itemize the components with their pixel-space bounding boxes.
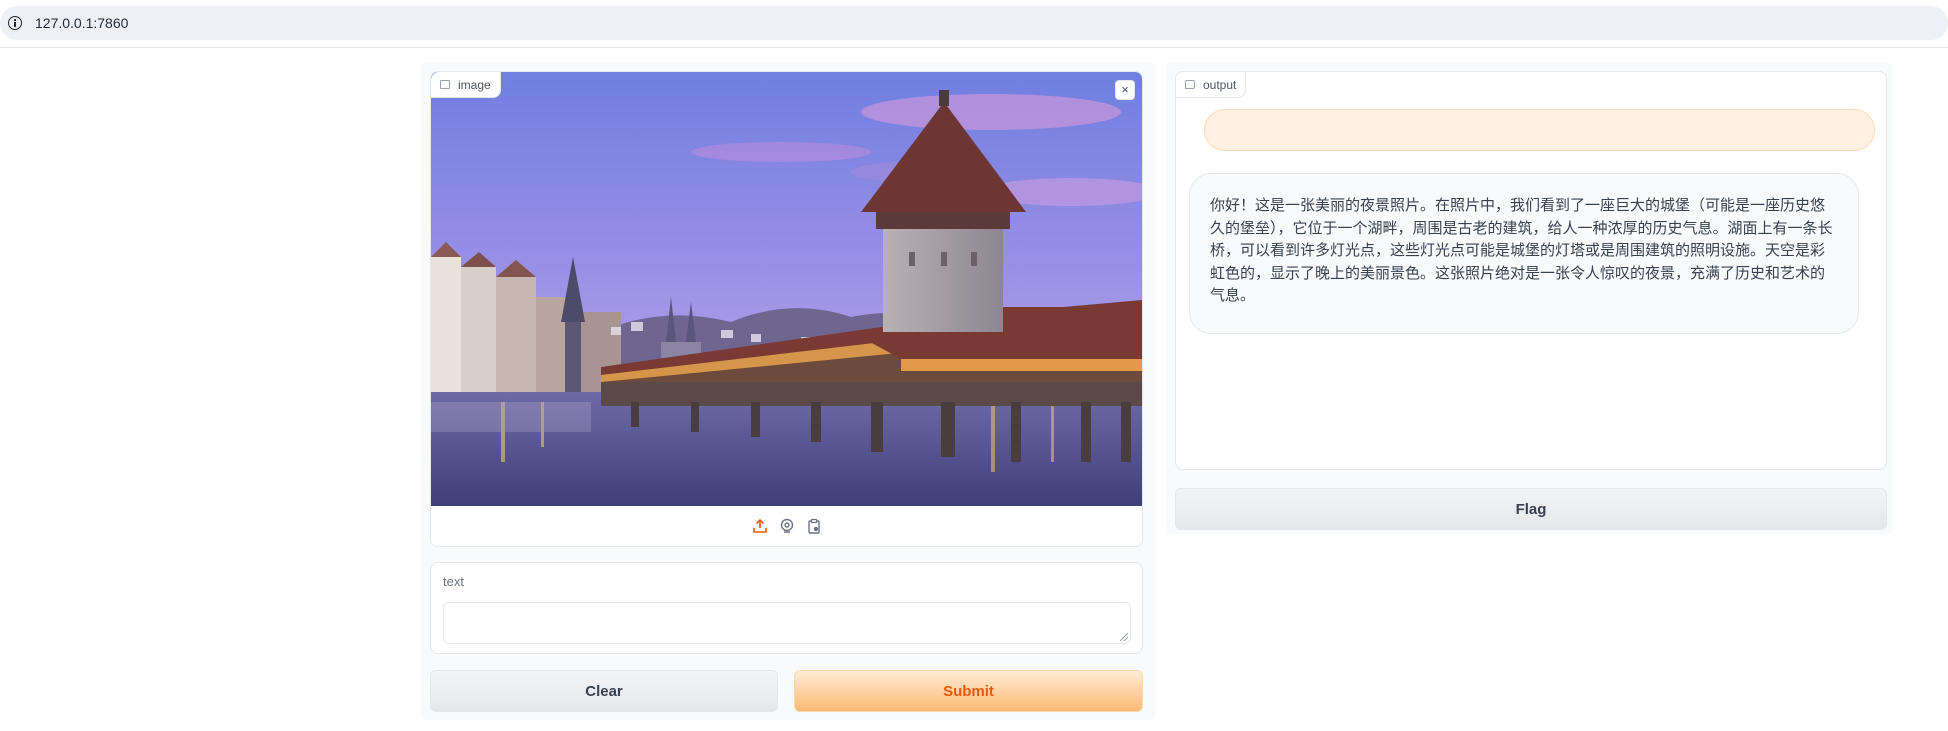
image-source-bar [431,506,1142,546]
user-message [1204,109,1875,151]
info-icon[interactable] [8,16,22,30]
output-label: output [1176,72,1247,98]
output-panel: output 你好！这是一张美丽的夜景照片。在照片中，我们看到了一座巨大的城堡（… [1166,62,1893,534]
address-bar[interactable]: 127.0.0.1:7860 [0,6,1948,40]
url-text[interactable]: 127.0.0.1:7860 [35,15,128,31]
flag-button[interactable]: Flag [1175,488,1887,530]
output-label-text: output [1203,78,1237,92]
image-input[interactable]: image × [430,71,1143,547]
upload-icon[interactable] [752,518,768,534]
chatbot-output: output 你好！这是一张美丽的夜景照片。在照片中，我们看到了一座巨大的城堡（… [1175,71,1887,470]
text-input-block: text [430,562,1143,654]
text-label: text [443,574,464,589]
chat-icon [1185,80,1195,89]
browser-toolbar: 127.0.0.1:7860 [0,0,1948,48]
image-icon [440,80,450,89]
submit-button[interactable]: Submit [794,670,1143,712]
close-button[interactable]: × [1115,80,1135,100]
clear-button[interactable]: Clear [430,670,778,712]
resize-handle[interactable] [1120,633,1128,641]
bot-message: 你好！这是一张美丽的夜景照片。在照片中，我们看到了一座巨大的城堡（可能是一座历史… [1189,173,1859,334]
uploaded-photo [431,72,1142,506]
image-label: image [431,72,501,98]
close-icon: × [1121,82,1129,97]
text-input[interactable] [443,602,1131,644]
webcam-icon[interactable] [779,518,795,534]
image-label-text: image [458,78,491,92]
input-panel: image × text Clear Submit [421,62,1156,720]
clipboard-icon[interactable] [806,518,822,534]
